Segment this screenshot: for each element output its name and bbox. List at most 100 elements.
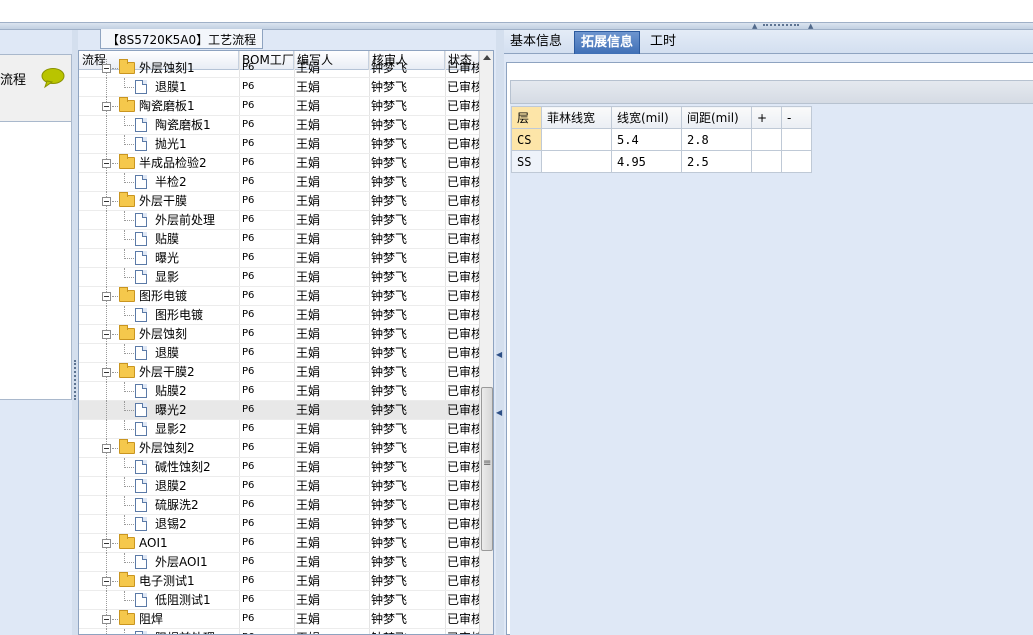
tree-row[interactable]: 外层干膜2 P6 王娟 钟梦飞 已审核 [79,363,479,382]
tab-extension-info[interactable]: 拓展信息 [574,31,641,54]
table-header-cell[interactable]: - [781,106,812,129]
tree-row[interactable]: 半检2 P6 王娟 钟梦飞 已审核 [79,173,479,192]
tree-node[interactable]: 退膜1 [79,78,237,97]
tree-node[interactable]: 外层干膜 [79,192,237,211]
tree-node[interactable]: AOI1 [79,534,237,553]
splitter-grip-icon[interactable] [763,24,799,27]
collapse-toggle-icon[interactable] [102,197,111,206]
collapse-toggle-icon[interactable] [102,330,111,339]
table-cell[interactable] [541,128,612,151]
tree-node[interactable]: 外层蚀刻 [79,325,237,344]
tree-node[interactable]: 显影 [79,268,237,287]
table-cell[interactable] [781,150,812,173]
tree-row[interactable]: 外层蚀刻1 P6 王娟 钟梦飞 已审核 [79,59,479,78]
scroll-up-icon[interactable] [483,55,491,60]
collapse-left-icon-2[interactable]: ◀ [496,408,502,417]
scroll-thumb[interactable] [481,387,493,551]
tree-row[interactable]: 退锡2 P6 王娟 钟梦飞 已审核 [79,515,479,534]
table-cell[interactable] [751,150,782,173]
table-header-cell[interactable]: + [751,106,782,129]
tree-node[interactable]: 外层蚀刻1 [79,59,237,78]
table-row[interactable]: CS 5.4 2.8 [511,128,812,151]
tree-row[interactable]: 图形电镀 P6 王娟 钟梦飞 已审核 [79,306,479,325]
collapse-up-icon-right[interactable]: ▲ [808,23,813,30]
table-cell[interactable] [541,150,612,173]
collapse-toggle-icon[interactable] [102,444,111,453]
tree-row[interactable]: 显影 P6 王娟 钟梦飞 已审核 [79,268,479,287]
tree-row[interactable]: 外层前处理 P6 王娟 钟梦飞 已审核 [79,211,479,230]
tree-row[interactable]: 陶瓷磨板1 P6 王娟 钟梦飞 已审核 [79,97,479,116]
tree-node[interactable]: 碱性蚀刻2 [79,458,237,477]
table-header-cell[interactable]: 层 [511,106,542,129]
tree-node[interactable]: 电子测试1 [79,572,237,591]
table-cell[interactable]: 4.95 [611,150,682,173]
tab-basic-info[interactable]: 基本信息 [504,31,568,54]
tree-node[interactable]: 图形电镀 [79,306,237,325]
splitter-grip-icon[interactable] [74,360,76,400]
tree-row[interactable]: 阻焊 P6 王娟 钟梦飞 已审核 [79,610,479,629]
tree-row[interactable]: 半成品检验2 P6 王娟 钟梦飞 已审核 [79,154,479,173]
tree-node[interactable]: 外层干膜2 [79,363,237,382]
tree-node[interactable]: 显影2 [79,420,237,439]
tree-row[interactable]: 低阻测试1 P6 王娟 钟梦飞 已审核 [79,591,479,610]
tree-node[interactable]: 外层前处理 [79,211,237,230]
collapse-toggle-icon[interactable] [102,64,111,73]
tree-node[interactable]: 半成品检验2 [79,154,237,173]
tab-work-hours[interactable]: 工时 [644,31,682,54]
table-header-cell[interactable]: 线宽(mil) [611,106,682,129]
collapse-toggle-icon[interactable] [102,368,111,377]
collapse-left-icon[interactable]: ◀ [496,350,502,359]
tree-row[interactable]: 外层蚀刻 P6 王娟 钟梦飞 已审核 [79,325,479,344]
collapse-toggle-icon[interactable] [102,615,111,624]
tree-node[interactable]: 贴膜 [79,230,237,249]
tree-node[interactable]: 曝光 [79,249,237,268]
tree-row[interactable]: 碱性蚀刻2 P6 王娟 钟梦飞 已审核 [79,458,479,477]
tree-node[interactable]: 低阻测试1 [79,591,237,610]
table-row[interactable]: SS 4.95 2.5 [511,150,812,173]
collapse-toggle-icon[interactable] [102,577,111,586]
tree-node[interactable]: 退膜2 [79,477,237,496]
left-panel-header[interactable]: 流程 [0,54,72,122]
table-cell[interactable] [781,128,812,151]
tree-node[interactable]: 阻焊 [79,610,237,629]
tree-row[interactable]: 外层蚀刻2 P6 王娟 钟梦飞 已审核 [79,439,479,458]
tree-node[interactable]: 硫脲洗2 [79,496,237,515]
table-header-cell[interactable]: 间距(mil) [681,106,752,129]
tree-row[interactable]: 阻焊前处理 P6王娟钟梦飞已审核 [79,629,479,634]
tree-row[interactable]: 外层干膜 P6 王娟 钟梦飞 已审核 [79,192,479,211]
table-cell[interactable] [751,128,782,151]
tree-row[interactable]: 曝光 P6 王娟 钟梦飞 已审核 [79,249,479,268]
collapse-toggle-icon[interactable] [102,292,111,301]
collapse-toggle-icon[interactable] [102,159,111,168]
tree-row[interactable]: 陶瓷磨板1 P6 王娟 钟梦飞 已审核 [79,116,479,135]
tree-node[interactable]: 半检2 [79,173,237,192]
table-cell[interactable]: 5.4 [611,128,682,151]
tree-node[interactable]: 陶瓷磨板1 [79,97,237,116]
tree-node[interactable]: 陶瓷磨板1 [79,116,237,135]
tree-row[interactable]: AOI1 P6 王娟 钟梦飞 已审核 [79,534,479,553]
table-cell[interactable]: 2.5 [681,150,752,173]
tree-node[interactable]: 贴膜2 [79,382,237,401]
tree-row[interactable]: 退膜 P6 王娟 钟梦飞 已审核 [79,344,479,363]
table-header-cell[interactable]: 菲林线宽 [541,106,612,129]
tree-row[interactable]: 图形电镀 P6 王娟 钟梦飞 已审核 [79,287,479,306]
vertical-scrollbar[interactable] [479,51,493,634]
tree-node[interactable]: 退锡2 [79,515,237,534]
tree-node[interactable]: 退膜 [79,344,237,363]
tree-row[interactable]: 显影2 P6 王娟 钟梦飞 已审核 [79,420,479,439]
collapse-toggle-icon[interactable] [102,102,111,111]
tree-row[interactable]: 电子测试1 P6 王娟 钟梦飞 已审核 [79,572,479,591]
tree-node[interactable]: 外层蚀刻2 [79,439,237,458]
middle-splitter[interactable]: ◀ ◀ [496,30,504,635]
chat-bubble-icon[interactable] [40,67,66,89]
tree-node[interactable]: 曝光2 [79,401,237,420]
table-cell[interactable]: 2.8 [681,128,752,151]
tree-row[interactable]: 退膜2 P6 王娟 钟梦飞 已审核 [79,477,479,496]
tree-row[interactable]: 退膜1 P6 王娟 钟梦飞 已审核 [79,78,479,97]
tree-row[interactable]: 曝光2 P6 王娟 钟梦飞 已审核 [79,401,479,420]
tree-node[interactable]: 抛光1 [79,135,237,154]
tree-node[interactable]: 图形电镀 [79,287,237,306]
tree-row[interactable]: 贴膜2 P6 王娟 钟梦飞 已审核 [79,382,479,401]
tree-node[interactable]: 阻焊前处理 [79,629,237,634]
tree-node[interactable]: 外层AOI1 [79,553,237,572]
